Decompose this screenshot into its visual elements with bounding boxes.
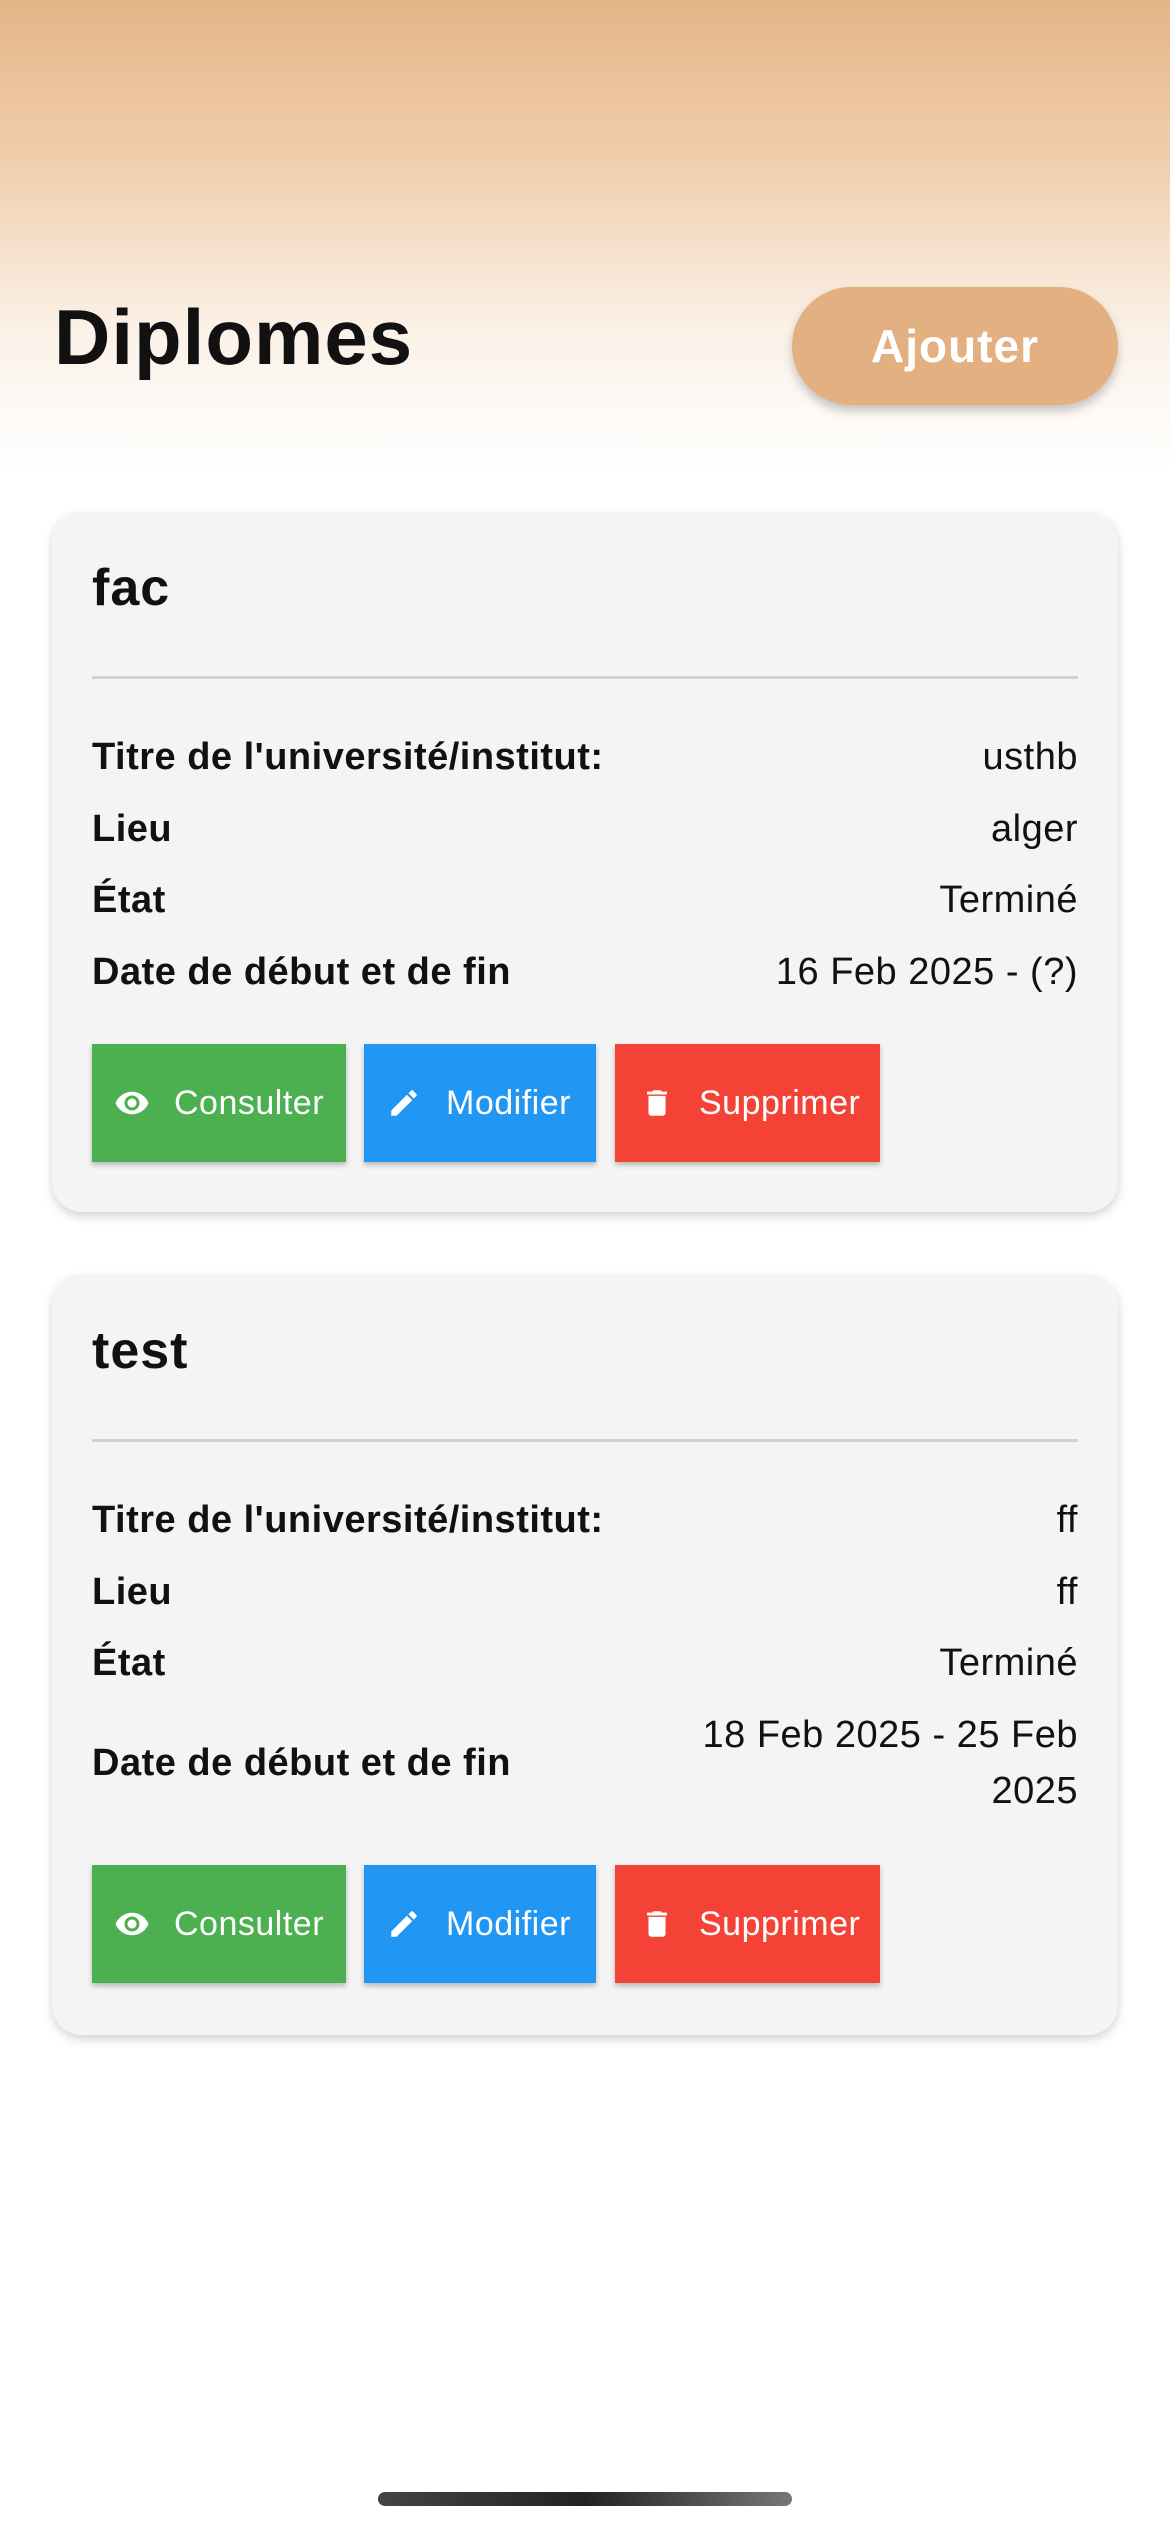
field-row-location: Lieu alger — [92, 801, 1078, 857]
field-label: Lieu — [92, 808, 173, 850]
diploma-card: test Titre de l'université/institut: ff … — [52, 1275, 1118, 2035]
field-label: État — [92, 879, 166, 921]
pencil-icon — [384, 1904, 424, 1944]
field-row-status: État Terminé — [92, 1635, 1078, 1691]
edit-button[interactable]: Modifier — [364, 1865, 596, 1983]
field-row-institution: Titre de l'université/institut: ff — [92, 1492, 1078, 1548]
divider — [92, 1439, 1078, 1442]
field-row-institution: Titre de l'université/institut: usthb — [92, 729, 1078, 785]
field-value: usthb — [982, 736, 1078, 778]
add-button[interactable]: Ajouter — [792, 287, 1118, 405]
view-button-label: Consulter — [174, 1083, 325, 1122]
view-button[interactable]: Consulter — [92, 1044, 346, 1162]
page-title: Diplomes — [54, 293, 414, 381]
field-label: État — [92, 1642, 166, 1684]
field-row-location: Lieu ff — [92, 1564, 1078, 1620]
eye-icon — [112, 1083, 152, 1123]
diploma-card: fac Titre de l'université/institut: usth… — [52, 512, 1118, 1212]
field-row-dates: Date de début et de fin 18 Feb 2025 - 25… — [92, 1707, 1078, 1819]
field-label: Date de début et de fin — [92, 951, 511, 993]
home-indicator[interactable] — [378, 2492, 792, 2506]
field-value: Terminé — [939, 1642, 1078, 1684]
edit-button-label: Modifier — [446, 1083, 571, 1122]
field-value: 16 Feb 2025 - (?) — [775, 951, 1078, 993]
field-value: Terminé — [939, 879, 1078, 921]
trash-icon — [637, 1904, 677, 1944]
field-row-status: État Terminé — [92, 872, 1078, 928]
pencil-icon — [384, 1083, 424, 1123]
edit-button[interactable]: Modifier — [364, 1044, 596, 1162]
eye-icon — [112, 1904, 152, 1944]
field-label: Date de début et de fin — [92, 1742, 511, 1784]
divider — [92, 676, 1078, 679]
delete-button[interactable]: Supprimer — [615, 1865, 880, 1983]
edit-button-label: Modifier — [446, 1904, 571, 1943]
field-label: Titre de l'université/institut: — [92, 736, 604, 778]
delete-button[interactable]: Supprimer — [615, 1044, 880, 1162]
trash-icon — [637, 1083, 677, 1123]
field-value: ff — [1056, 1499, 1078, 1541]
field-label: Lieu — [92, 1571, 173, 1613]
diploma-title: test — [92, 1322, 189, 1380]
view-button[interactable]: Consulter — [92, 1865, 346, 1983]
field-row-dates: Date de début et de fin 16 Feb 2025 - (?… — [92, 944, 1078, 1000]
delete-button-label: Supprimer — [699, 1083, 861, 1122]
delete-button-label: Supprimer — [699, 1904, 861, 1943]
field-value: alger — [991, 808, 1078, 850]
field-value: ff — [1056, 1571, 1078, 1613]
view-button-label: Consulter — [174, 1904, 325, 1943]
field-label: Titre de l'université/institut: — [92, 1499, 604, 1541]
diploma-title: fac — [92, 559, 171, 617]
field-value: 18 Feb 2025 - 25 Feb 2025 — [702, 1714, 1078, 1812]
